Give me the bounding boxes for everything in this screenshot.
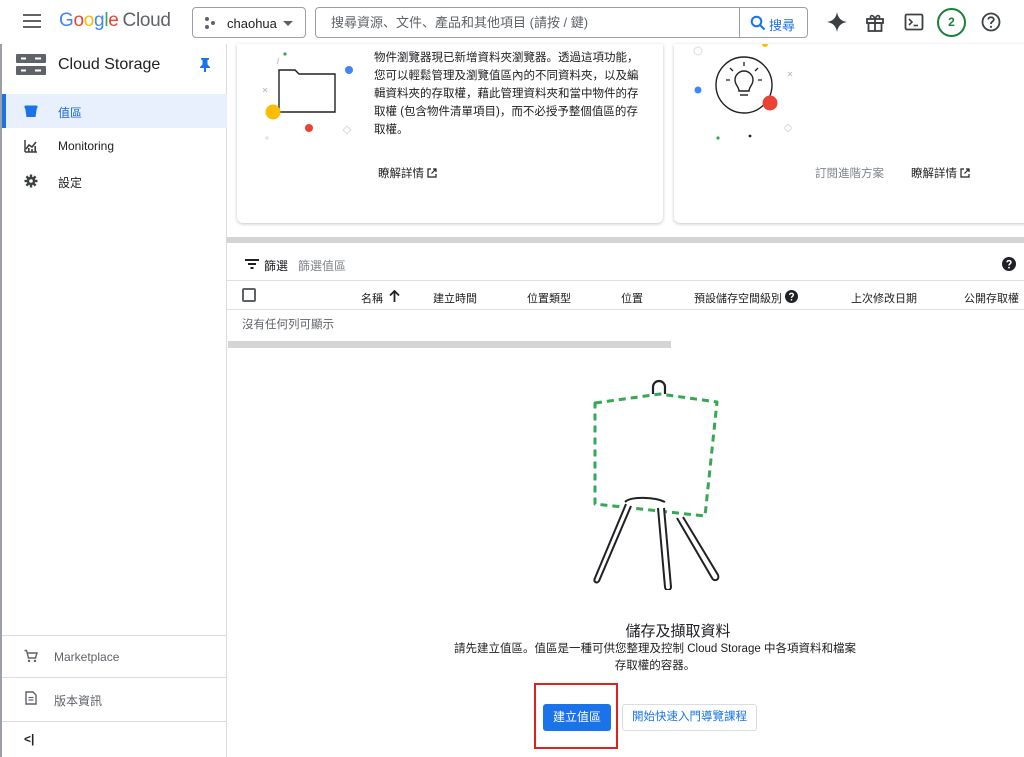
- sidebar-item-settings[interactable]: 設定: [2, 164, 227, 198]
- monitoring-icon: [24, 140, 37, 153]
- sidebar-item-label: Marketplace: [54, 650, 120, 664]
- bucket-icon: [24, 105, 38, 117]
- create-bucket-button[interactable]: 建立值區: [543, 704, 611, 731]
- collapse-sidebar-button[interactable]: <|: [2, 721, 227, 757]
- filter-icon: [245, 259, 259, 269]
- filter-input[interactable]: 篩選值區: [298, 257, 346, 274]
- logo-letter: g: [94, 10, 105, 31]
- advanced-plan-card: 訂閱進階方案 瞭解詳情: [674, 44, 1024, 223]
- empty-state-title: 儲存及擷取資料: [625, 623, 731, 640]
- main-menu-icon[interactable]: [23, 14, 41, 28]
- storage-icon: [16, 54, 46, 75]
- pin-icon[interactable]: [199, 58, 211, 72]
- subscribe-advanced-plan-link[interactable]: 訂閱進階方案: [815, 165, 884, 181]
- search-button[interactable]: 搜尋: [739, 8, 807, 37]
- external-link-icon: [960, 168, 970, 178]
- logo-letter: o: [73, 10, 84, 31]
- external-link-icon: [427, 168, 437, 178]
- horizontal-scrollbar[interactable]: [228, 341, 671, 348]
- gemini-sparkle-icon[interactable]: [826, 11, 848, 33]
- search-bar: 搜尋: [315, 7, 808, 38]
- search-input[interactable]: [317, 9, 737, 36]
- sidebar-item-label: 值區: [58, 106, 83, 120]
- search-button-label: 搜尋: [769, 18, 796, 33]
- column-header-last-modified[interactable]: 上次修改日期: [851, 290, 917, 306]
- folder-browser-description: 物件瀏覽器現已新增資料夾瀏覽器。透過這項功能，您可以輕鬆管理及瀏覽值區內的不同資…: [374, 52, 639, 136]
- section-divider: [227, 237, 1024, 243]
- cloud-shell-icon[interactable]: [903, 11, 925, 33]
- project-icon: [205, 17, 217, 29]
- top-bar: GoogleCloud chaohua 搜尋 2: [0, 0, 1024, 44]
- sidebar-item-label: Monitoring: [58, 139, 115, 153]
- learn-more-link-2[interactable]: 瞭解詳情: [911, 165, 970, 181]
- empty-state-description-line: 存取權的容器。: [614, 660, 696, 672]
- sidebar-item-marketplace[interactable]: Marketplace: [2, 635, 227, 677]
- product-header: Cloud Storage: [2, 44, 227, 88]
- google-cloud-logo[interactable]: Google Cloud: [59, 10, 171, 32]
- start-quickstart-tour-button[interactable]: 開始快速入門導覽課程: [622, 704, 757, 731]
- logo-letter: G: [59, 10, 74, 31]
- logo-letter: o: [83, 10, 95, 31]
- filter-label[interactable]: 篩選: [264, 257, 288, 274]
- empty-table-message: 沒有任何列可顯示: [242, 319, 334, 331]
- lightbulb-illustration: [693, 44, 793, 140]
- learn-more-link[interactable]: 瞭解詳情: [378, 165, 437, 181]
- column-header-location-type[interactable]: 位置類型: [527, 290, 571, 306]
- sidebar-item-release-notes[interactable]: 版本資訊: [2, 677, 227, 719]
- search-icon: [750, 15, 766, 31]
- chevron-down-icon: [283, 21, 293, 26]
- help-icon[interactable]: [980, 11, 1002, 33]
- column-header-created[interactable]: 建立時間: [433, 290, 477, 306]
- project-selector[interactable]: chaohua: [192, 7, 306, 38]
- notification-badge[interactable]: 2: [937, 8, 966, 37]
- learn-more-label: 瞭解詳情: [378, 168, 424, 180]
- product-title: Cloud Storage: [58, 56, 161, 73]
- column-header-storage-class[interactable]: 預設儲存空間級別: [694, 290, 782, 306]
- help-icon[interactable]: [785, 290, 798, 303]
- project-name: chaohua: [227, 16, 277, 31]
- sidebar: Cloud Storage 值區 Monitoring 設定 Marketpla…: [2, 44, 227, 757]
- logo-cloud-text: Cloud: [122, 10, 171, 31]
- column-header-public-access[interactable]: 公開存取權: [964, 290, 1019, 306]
- sidebar-item-monitoring[interactable]: Monitoring: [2, 129, 227, 163]
- help-icon[interactable]: [1002, 257, 1016, 271]
- learn-more-label: 瞭解詳情: [911, 168, 957, 180]
- table-header: 名稱 建立時間 位置類型 位置 預設儲存空間級別 上次修改日期 公開存取權: [227, 282, 1024, 310]
- empty-state-description: 請先建立值區。值區是一種可供您整理及控制 Cloud Storage 中各項資料…: [445, 641, 865, 675]
- release-notes-icon: [25, 691, 37, 705]
- sort-ascending-icon[interactable]: [389, 290, 400, 302]
- filter-bar: 篩選 篩選值區: [227, 247, 1024, 281]
- easel-illustration: [593, 379, 720, 590]
- empty-state-description-line: 請先建立值區。值區是一種可供您整理及控制 Cloud Storage 中各項資料…: [454, 643, 856, 655]
- column-header-name[interactable]: 名稱: [361, 290, 383, 306]
- folder-browser-card: 物件瀏覽器現已新增資料夾瀏覽器。透過這項功能，您可以輕鬆管理及瀏覽值區內的不同資…: [237, 44, 663, 223]
- gear-icon: [24, 174, 38, 188]
- collapse-icon: <|: [24, 732, 35, 746]
- column-header-location[interactable]: 位置: [621, 290, 643, 306]
- select-all-checkbox[interactable]: [242, 288, 256, 302]
- folder-illustration: [262, 52, 353, 140]
- sidebar-item-label: 設定: [58, 176, 83, 190]
- sidebar-item-buckets[interactable]: 值區: [2, 94, 227, 128]
- logo-letter: e: [108, 10, 119, 31]
- cart-icon: [24, 649, 38, 663]
- gift-icon[interactable]: [864, 11, 886, 33]
- sidebar-item-label: 版本資訊: [54, 694, 103, 708]
